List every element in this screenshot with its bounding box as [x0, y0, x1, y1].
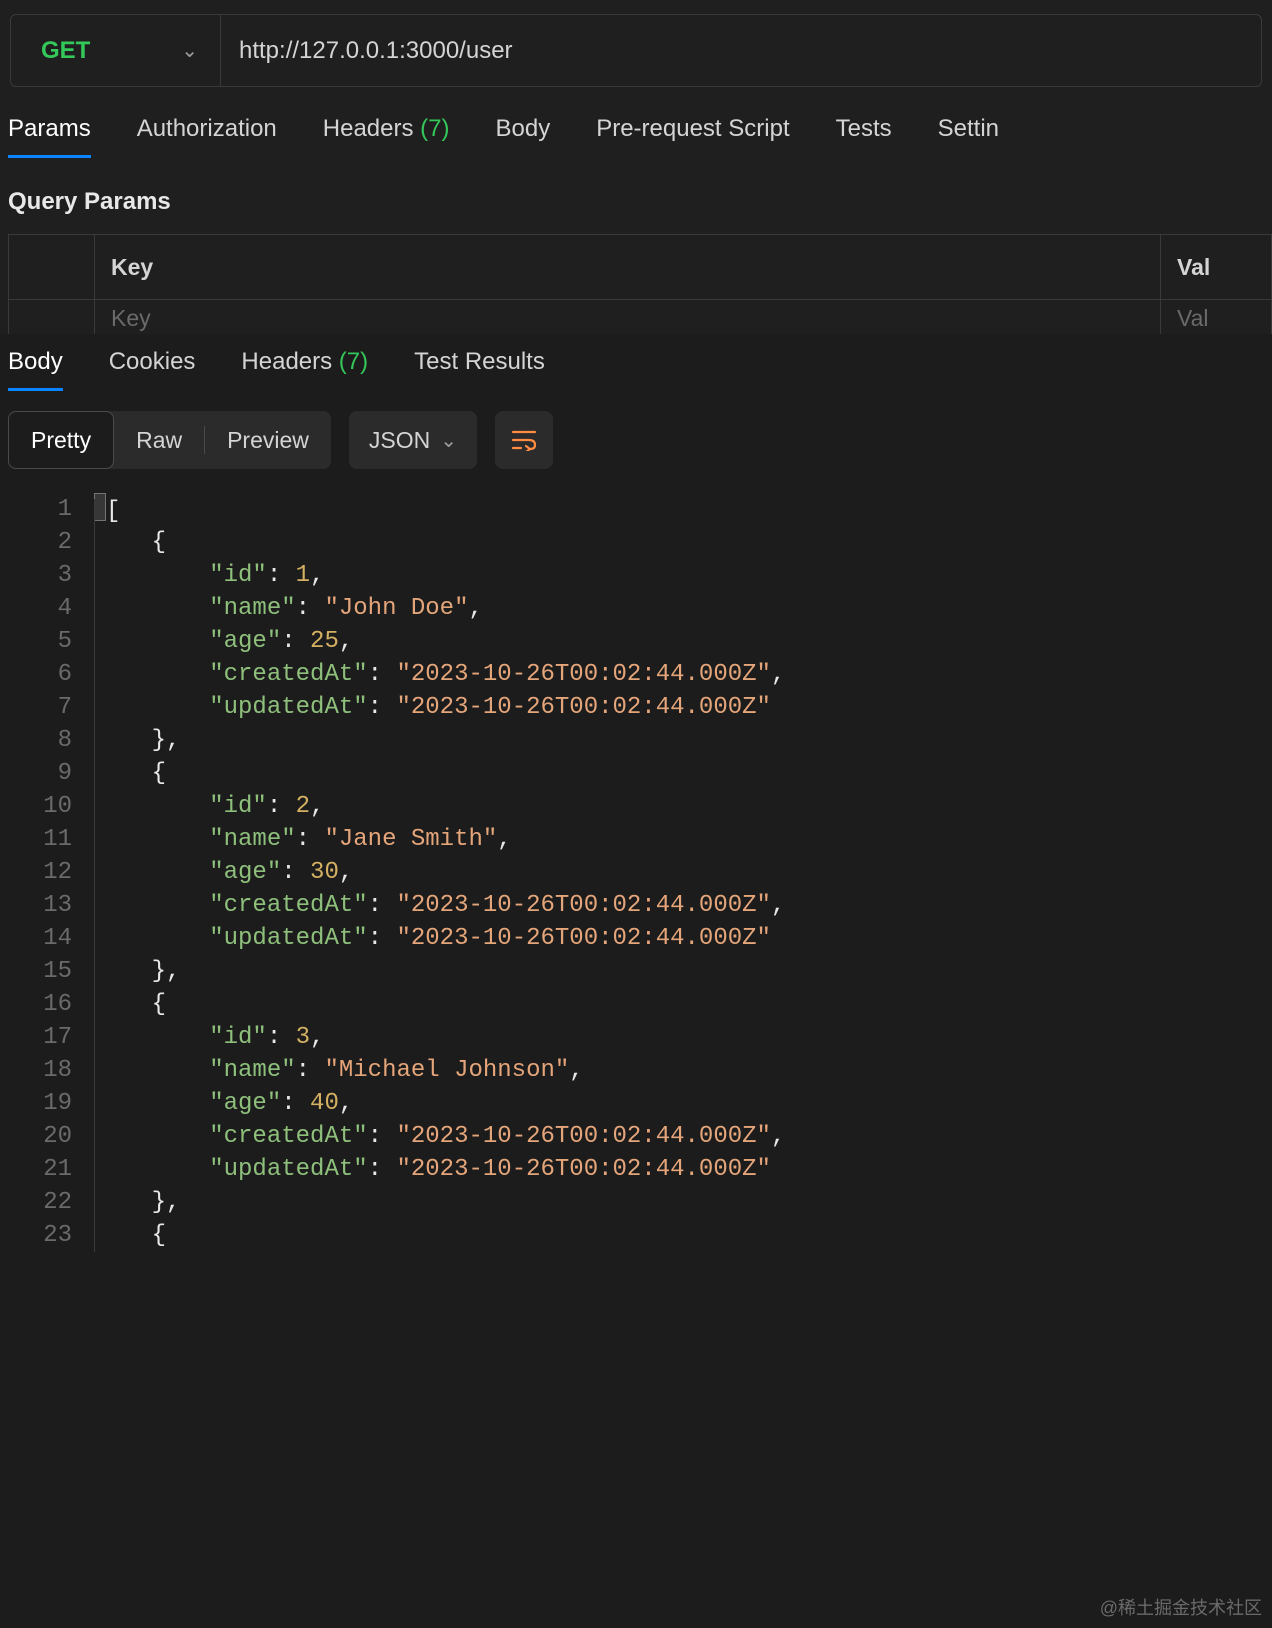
mime-select[interactable]: JSON ⌄ — [349, 411, 477, 469]
code-line[interactable]: { — [94, 526, 1272, 559]
tab-headers[interactable]: Headers (7) — [241, 348, 368, 391]
column-header-key: Key — [95, 235, 1161, 299]
code-line[interactable]: "name": "John Doe", — [94, 592, 1272, 625]
code-line[interactable]: { — [94, 988, 1272, 1021]
chevron-down-icon: ⌄ — [181, 38, 198, 63]
code-line[interactable]: { — [94, 1219, 1272, 1252]
tab-cookies[interactable]: Cookies — [109, 348, 196, 391]
code-line[interactable]: "createdAt": "2023-10-26T00:02:44.000Z", — [94, 1120, 1272, 1153]
column-header-value: Val — [1161, 235, 1271, 299]
format-row: PrettyRawPreview JSON ⌄ — [0, 391, 1272, 487]
wrap-lines-button[interactable] — [495, 411, 553, 469]
code-line[interactable]: "name": "Michael Johnson", — [94, 1054, 1272, 1087]
watermark: @稀土掘金技术社区 — [1100, 1594, 1262, 1620]
code-line[interactable]: "createdAt": "2023-10-26T00:02:44.000Z", — [94, 658, 1272, 691]
response-tabs: Body Cookies Headers (7) Test Results — [0, 334, 1272, 391]
value-input[interactable]: Val — [1161, 300, 1271, 336]
table-header-row: Key Val — [9, 235, 1271, 299]
table-row[interactable]: Key Val — [9, 299, 1271, 336]
key-input[interactable]: Key — [95, 300, 1161, 336]
query-params-table: Key Val Key Val — [8, 234, 1272, 337]
tab-authorization[interactable]: Authorization — [137, 115, 277, 158]
mime-label: JSON — [369, 427, 430, 454]
code-line[interactable]: }, — [94, 955, 1272, 988]
code-line[interactable]: "name": "Jane Smith", — [94, 823, 1272, 856]
code-line[interactable]: "updatedAt": "2023-10-26T00:02:44.000Z" — [94, 1153, 1272, 1186]
code-line[interactable]: "updatedAt": "2023-10-26T00:02:44.000Z" — [94, 922, 1272, 955]
tab-settin[interactable]: Settin — [938, 115, 999, 158]
line-number-gutter: 1234567891011121314151617181920212223 — [0, 493, 94, 1252]
row-checkbox[interactable] — [9, 300, 95, 336]
response-panel: Body Cookies Headers (7) Test Results Prett… — [0, 334, 1272, 1628]
code-line[interactable]: "age": 30, — [94, 856, 1272, 889]
code-line[interactable]: "updatedAt": "2023-10-26T00:02:44.000Z" — [94, 691, 1272, 724]
code-line[interactable]: "id": 2, — [94, 790, 1272, 823]
code-line[interactable]: [ — [94, 493, 1272, 526]
code-line[interactable]: "id": 3, — [94, 1021, 1272, 1054]
code-line[interactable]: { — [94, 757, 1272, 790]
preview-button[interactable]: Preview — [205, 411, 331, 469]
method-label: GET — [41, 37, 90, 65]
code-line[interactable]: }, — [94, 724, 1272, 757]
header-count: (7) — [414, 115, 450, 142]
wrap-icon — [511, 429, 537, 451]
tab-body[interactable]: Body — [8, 348, 63, 391]
code-line[interactable]: "age": 25, — [94, 625, 1272, 658]
request-tabs: Params Authorization Headers (7) Body Pre-re… — [0, 87, 1272, 158]
request-bar: GET ⌄ — [10, 14, 1262, 87]
header-count: (7) — [332, 348, 368, 375]
tab-body[interactable]: Body — [496, 115, 551, 158]
query-params-title: Query Params — [0, 158, 1272, 234]
tab-headers[interactable]: Headers (7) — [323, 115, 450, 158]
chevron-down-icon: ⌄ — [440, 428, 457, 453]
tab-pre-request-script[interactable]: Pre-request Script — [596, 115, 789, 158]
code-line[interactable]: "createdAt": "2023-10-26T00:02:44.000Z", — [94, 889, 1272, 922]
response-body-viewer[interactable]: 1234567891011121314151617181920212223 [ … — [0, 487, 1272, 1252]
tab-params[interactable]: Params — [8, 115, 91, 158]
raw-button[interactable]: Raw — [114, 411, 204, 469]
url-input[interactable] — [221, 15, 1261, 86]
code-line[interactable]: }, — [94, 1186, 1272, 1219]
code-line[interactable]: "age": 40, — [94, 1087, 1272, 1120]
tab-tests[interactable]: Tests — [836, 115, 892, 158]
view-mode-group: PrettyRawPreview — [8, 411, 331, 469]
checkbox-header — [9, 235, 95, 299]
code-lines[interactable]: [ { "id": 1, "name": "John Doe", "age": … — [94, 493, 1272, 1252]
method-select[interactable]: GET ⌄ — [11, 15, 221, 86]
code-line[interactable]: "id": 1, — [94, 559, 1272, 592]
pretty-button[interactable]: Pretty — [8, 411, 114, 469]
tab-test-results[interactable]: Test Results — [414, 348, 545, 391]
